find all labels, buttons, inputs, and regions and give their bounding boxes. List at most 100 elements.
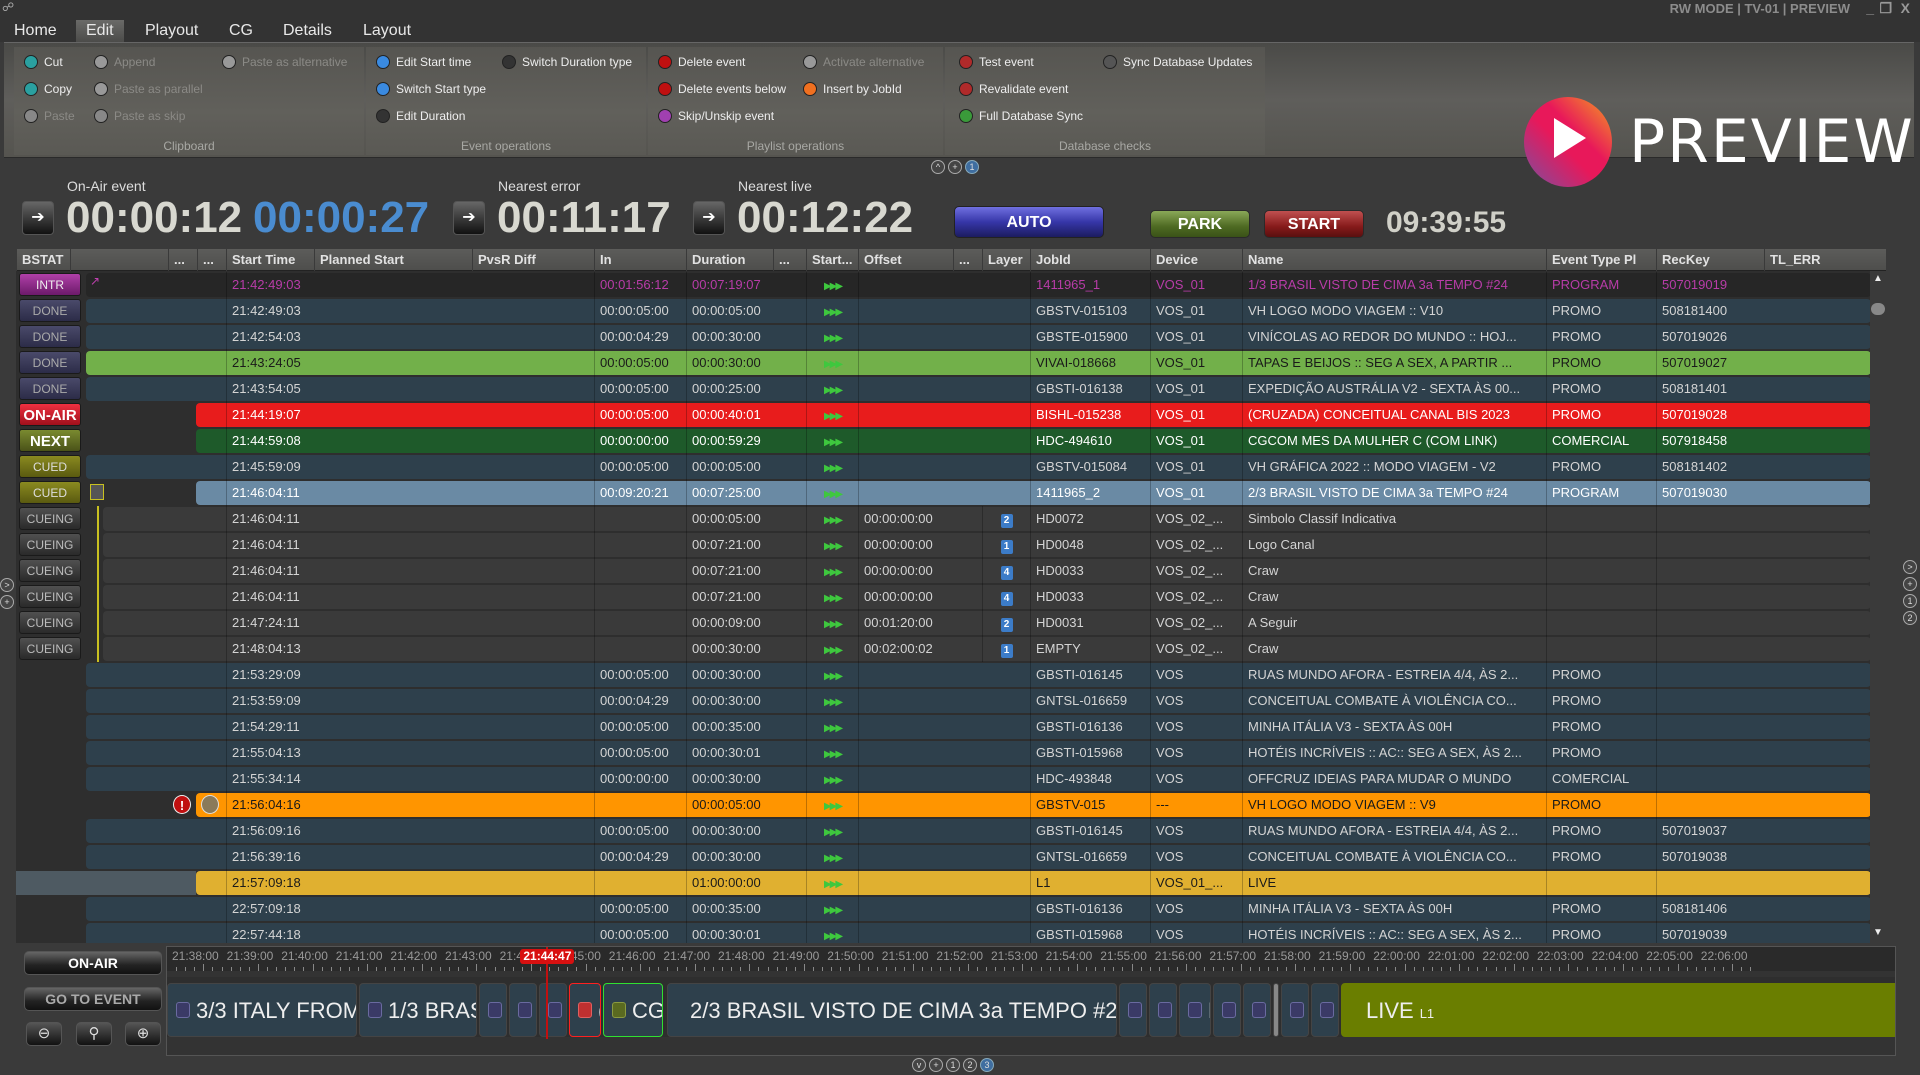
group-icon[interactable] bbox=[90, 484, 104, 500]
table-row[interactable]: 22:57:09:18 00:00:05:00 00:00:35:00 GBSTI-0… bbox=[16, 896, 1871, 922]
minimize-button[interactable]: _ bbox=[1866, 0, 1874, 16]
column-header-planned-start[interactable]: Planned Start bbox=[314, 249, 472, 271]
menu-home[interactable]: Home bbox=[4, 20, 67, 42]
timeline-clip[interactable]: 1/3 BRASIL bbox=[359, 983, 477, 1037]
panel-1-button[interactable]: 1 bbox=[965, 160, 979, 174]
column-header--[interactable]: ... bbox=[953, 249, 982, 271]
table-row[interactable]: 21:55:34:14 00:00:00:00 00:00:30:00 HDC-493… bbox=[16, 766, 1871, 792]
table-row[interactable]: 21:56:39:16 00:00:04:29 00:00:30:00 GNTSL-0… bbox=[16, 844, 1871, 870]
expand-right-button[interactable]: > bbox=[1903, 560, 1917, 574]
column-header-tl-err[interactable]: TL_ERR bbox=[1764, 249, 1871, 271]
column-header-blank[interactable] bbox=[70, 249, 168, 271]
timeline-clip[interactable]: 3/3 ITALY FROM A bbox=[167, 983, 357, 1037]
menu-playout[interactable]: Playout bbox=[135, 20, 208, 42]
table-row[interactable]: 21:56:09:16 00:00:05:00 00:00:30:00 GBSTI-0… bbox=[16, 818, 1871, 844]
scroll-up-icon[interactable]: ▲ bbox=[1872, 273, 1884, 287]
column-header-pvsr-diff[interactable]: PvsR Diff bbox=[472, 249, 594, 271]
paste-alternative-button[interactable]: Paste as alternative bbox=[222, 53, 347, 71]
table-row[interactable]: DONE 21:42:54:03 00:00:04:29 00:00:30:00 GBS… bbox=[16, 324, 1871, 350]
table-row[interactable]: 21:55:04:13 00:00:05:00 00:00:30:01 GBSTI-0… bbox=[16, 740, 1871, 766]
timeline-clip[interactable]: V bbox=[479, 983, 507, 1037]
edit-start-time-button[interactable]: Edit Start time bbox=[376, 53, 471, 71]
menu-edit[interactable]: Edit bbox=[76, 20, 124, 42]
column-header-start-[interactable]: Start... bbox=[806, 249, 858, 271]
timeline-clip[interactable]: O bbox=[1243, 983, 1271, 1037]
column-header-name[interactable]: Name bbox=[1242, 249, 1546, 271]
test-event-button[interactable]: Test event bbox=[959, 53, 1034, 71]
column-header-jobid[interactable]: JobId bbox=[1030, 249, 1150, 271]
zoom-reset-button[interactable]: ⚲ bbox=[76, 1022, 112, 1046]
column-header-duration[interactable]: Duration bbox=[686, 249, 773, 271]
menu-cg[interactable]: CG bbox=[219, 20, 263, 42]
add-left-button[interactable]: + bbox=[0, 595, 14, 609]
column-header-offset[interactable]: Offset bbox=[858, 249, 953, 271]
table-row[interactable]: 21:53:59:09 00:00:04:29 00:00:30:00 GNTSL-0… bbox=[16, 688, 1871, 714]
timeline-page-2-button[interactable]: 2 bbox=[963, 1058, 977, 1072]
append-button[interactable]: Append bbox=[94, 53, 155, 71]
timeline-onair-button[interactable]: ON-AIR bbox=[24, 951, 162, 975]
timeline-page-1-button[interactable]: 1 bbox=[946, 1058, 960, 1072]
zoom-out-button[interactable]: ⊖ bbox=[26, 1022, 62, 1046]
table-row[interactable]: CUED 21:45:59:09 00:00:05:00 00:00:05:00 GBS… bbox=[16, 454, 1871, 480]
table-row[interactable]: CUEING 21:46:04:11 00:07:21:00 00:00:00:00 H… bbox=[16, 584, 1871, 610]
start-button[interactable]: START bbox=[1264, 210, 1364, 238]
copy-button[interactable]: Copy bbox=[24, 80, 72, 98]
table-row[interactable]: NEXT 21:44:59:08 00:00:00:00 00:00:59:29 HDC… bbox=[16, 428, 1871, 454]
timeline-clip[interactable]: R bbox=[1119, 983, 1147, 1037]
goto-event-button[interactable]: GO TO EVENT bbox=[24, 987, 162, 1011]
table-row[interactable]: CUEING 21:46:04:11 00:07:21:00 00:00:00:00 H… bbox=[16, 558, 1871, 584]
timeline-clip[interactable]: 2/3 BRASIL VISTO DE CIMA 3a TEMPO #2414 bbox=[667, 983, 1117, 1037]
right-panel-2-button[interactable]: 2 bbox=[1903, 611, 1917, 625]
vertical-scrollbar[interactable]: ▲ ▼ bbox=[1870, 271, 1886, 943]
column-header-layer[interactable]: Layer bbox=[982, 249, 1030, 271]
park-button[interactable]: PARK bbox=[1150, 210, 1250, 238]
timeline-clip[interactable]: T bbox=[509, 983, 537, 1037]
collapse-down-button[interactable]: v bbox=[912, 1058, 926, 1072]
timeline-clip[interactable] bbox=[539, 983, 567, 1037]
skip-unskip-button[interactable]: Skip/Unskip event bbox=[658, 107, 774, 125]
timeline[interactable]: 21:38:00 21:39:00 21:40:00 21:41:00 21:42:00… bbox=[166, 946, 1896, 1056]
goto-live-button[interactable]: ➔ bbox=[693, 201, 725, 235]
restore-button[interactable]: ❐ bbox=[1879, 0, 1892, 17]
timeline-page-3-button[interactable]: 3 bbox=[980, 1058, 994, 1072]
column-header--[interactable]: ... bbox=[168, 249, 197, 271]
insert-by-jobid-button[interactable]: Insert by JobId bbox=[803, 80, 902, 98]
auto-button[interactable]: AUTO bbox=[954, 206, 1104, 238]
table-row[interactable]: DONE 21:43:24:05 00:00:05:00 00:00:30:00 VIV… bbox=[16, 350, 1871, 376]
table-row[interactable]: DONE 21:42:49:03 00:00:05:00 00:00:05:00 GBS… bbox=[16, 298, 1871, 324]
column-header-bstat[interactable]: BSTAT bbox=[16, 249, 70, 271]
add-panel-button[interactable]: + bbox=[948, 160, 962, 174]
full-database-sync-button[interactable]: Full Database Sync bbox=[959, 107, 1083, 125]
table-row[interactable]: 21:53:29:09 00:00:05:00 00:00:30:00 GBSTI-0… bbox=[16, 662, 1871, 688]
timeline-clip[interactable]: CGC bbox=[603, 983, 663, 1037]
edit-duration-button[interactable]: Edit Duration bbox=[376, 107, 465, 125]
table-row[interactable]: CUEING 21:46:04:11 00:00:05:00 00:00:00:00 H… bbox=[16, 506, 1871, 532]
timeline-clip[interactable]: H bbox=[1213, 983, 1241, 1037]
timeline-clip[interactable]: M bbox=[1179, 983, 1211, 1037]
table-row[interactable]: 21:54:29:11 00:00:05:00 00:00:35:00 GBSTI-0… bbox=[16, 714, 1871, 740]
column-header-in[interactable]: In bbox=[594, 249, 686, 271]
switch-duration-type-button[interactable]: Switch Duration type bbox=[502, 53, 632, 71]
table-row[interactable]: 22:57:44:18 00:00:05:00 00:00:30:01 GBSTI-0… bbox=[16, 922, 1871, 943]
add-timeline-button[interactable]: + bbox=[929, 1058, 943, 1072]
timeline-clip[interactable]: (C bbox=[569, 983, 601, 1037]
add-right-button[interactable]: + bbox=[1903, 577, 1917, 591]
activate-alternative-button[interactable]: Activate alternative bbox=[803, 53, 924, 71]
delete-event-button[interactable]: Delete event bbox=[658, 53, 745, 71]
table-row[interactable]: CUED 21:46:04:11 00:09:20:21 00:07:25:00 141… bbox=[16, 480, 1871, 506]
paste-skip-button[interactable]: Paste as skip bbox=[94, 107, 185, 125]
table-row[interactable]: ON-AIR 21:44:19:07 00:00:05:00 00:00:40:01 B… bbox=[16, 402, 1871, 428]
revalidate-event-button[interactable]: Revalidate event bbox=[959, 80, 1068, 98]
column-header-start-time[interactable]: Start Time bbox=[226, 249, 314, 271]
right-panel-1-button[interactable]: 1 bbox=[1903, 594, 1917, 608]
column-header-device[interactable]: Device bbox=[1150, 249, 1242, 271]
switch-start-type-button[interactable]: Switch Start type bbox=[376, 80, 486, 98]
scroll-thumb[interactable] bbox=[1871, 303, 1885, 315]
error-icon[interactable]: ! bbox=[173, 795, 191, 814]
timeline-clip[interactable]: R bbox=[1281, 983, 1309, 1037]
zoom-in-button[interactable]: ⊕ bbox=[125, 1022, 161, 1046]
table-row[interactable]: 21:57:09:18 01:00:00:00 L1 VOS_01_... LIVE ▶▶… bbox=[16, 870, 1871, 896]
cut-button[interactable]: Cut bbox=[24, 53, 63, 71]
timeline-clip[interactable]: LIVE L1 bbox=[1341, 983, 1895, 1037]
menu-details[interactable]: Details bbox=[273, 20, 342, 42]
